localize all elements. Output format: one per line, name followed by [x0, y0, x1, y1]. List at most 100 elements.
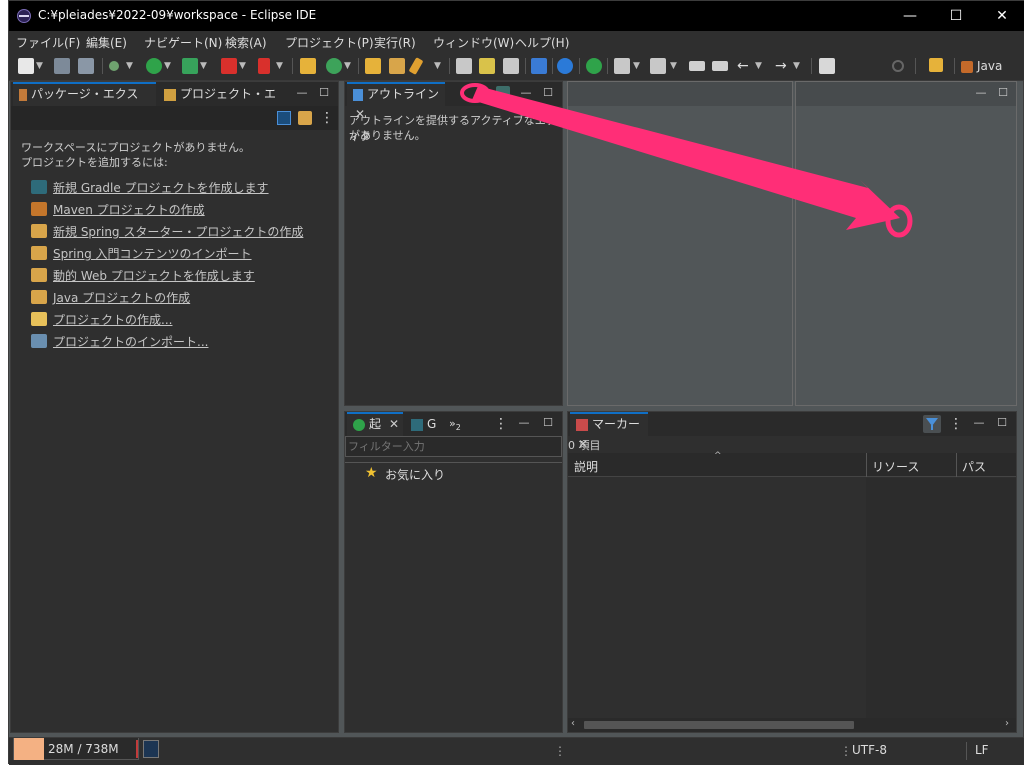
new-dropdown-icon[interactable]: ▼ [36, 60, 46, 72]
open-task-icon[interactable] [389, 58, 405, 74]
spring-boot-icon[interactable] [503, 58, 519, 74]
debug-dropdown-icon[interactable]: ▼ [126, 60, 136, 72]
maximize-view-icon[interactable]: ☐ [541, 86, 555, 100]
menu-project[interactable]: プロジェクト(P) [285, 34, 374, 51]
tab-project-explorer[interactable]: プロジェクト・エクス... [158, 82, 280, 125]
external-tools-icon[interactable] [258, 58, 270, 74]
outline-toolbar-icon[interactable] [496, 86, 510, 100]
favorites-item[interactable]: お気に入り [385, 466, 445, 483]
maximize-view-icon[interactable]: ☐ [317, 86, 331, 100]
pin-editor-icon[interactable] [819, 58, 835, 74]
link-with-editor-icon[interactable] [298, 111, 312, 125]
previous-annotation-dropdown-icon[interactable]: ▼ [670, 60, 680, 72]
filter-icon[interactable] [923, 415, 941, 433]
console-icon[interactable] [531, 58, 547, 74]
stop-dropdown-icon[interactable]: ▼ [239, 60, 249, 72]
open-resource-icon[interactable] [456, 58, 472, 74]
previous-annotation-icon[interactable] [650, 58, 666, 74]
new-class-icon[interactable] [326, 58, 342, 74]
garbage-collect-icon[interactable] [143, 740, 159, 758]
back-arrow-icon[interactable]: ← [737, 59, 751, 73]
view-menu-icon[interactable]: ⋮ [320, 110, 334, 126]
close-tab-icon[interactable]: ✕ [389, 414, 399, 434]
new-class-dropdown-icon[interactable]: ▼ [344, 60, 354, 72]
column-resource[interactable]: リソース [872, 458, 919, 475]
open-perspective-icon[interactable] [929, 58, 943, 72]
view-menu-icon[interactable]: ⋮ [494, 416, 508, 432]
power-icon[interactable] [586, 58, 602, 74]
settings-gear-icon[interactable] [557, 58, 573, 74]
menu-help[interactable]: ヘルプ(H) [515, 34, 569, 51]
forward-edit-icon[interactable] [712, 61, 728, 71]
menu-run[interactable]: 実行(R) [374, 34, 416, 51]
last-edit-icon[interactable] [689, 61, 705, 71]
debug-skip-icon[interactable] [109, 61, 119, 71]
debug-run-dropdown-icon[interactable]: ▼ [200, 60, 210, 72]
minimize-view-icon[interactable]: — [295, 86, 309, 100]
open-type-icon[interactable] [365, 58, 381, 74]
link-create-project[interactable]: プロジェクトの作成... [53, 311, 172, 328]
menu-navigate[interactable]: ナビゲート(N) [144, 34, 222, 51]
menu-edit[interactable]: 編集(E) [86, 34, 127, 51]
scrollbar-thumb[interactable] [584, 721, 854, 729]
link-import-project[interactable]: プロジェクトのインポート... [53, 333, 208, 350]
heap-status[interactable]: 28M / 738M [13, 738, 139, 760]
save-icon[interactable] [54, 58, 70, 74]
horizontal-scrollbar[interactable]: ‹ › [568, 718, 1016, 732]
outline-tabbar: アウトライン✕ — ☐ [345, 82, 562, 121]
tab-markers[interactable]: マーカー✕ [570, 412, 648, 451]
forward-arrow-icon[interactable]: → [775, 59, 789, 73]
link-java-project[interactable]: Java プロジェクトの作成 [53, 289, 190, 306]
save-all-icon[interactable] [78, 58, 94, 74]
next-annotation-icon[interactable] [614, 58, 630, 74]
new-java-project-icon[interactable] [300, 58, 316, 74]
stop-icon[interactable] [221, 58, 237, 74]
pencil-icon[interactable] [408, 57, 424, 75]
run-dropdown-icon[interactable]: ▼ [164, 60, 174, 72]
new-icon[interactable] [18, 58, 34, 74]
forward-dropdown-icon[interactable]: ▼ [793, 60, 803, 72]
menu-search[interactable]: 検索(A) [225, 34, 267, 51]
minimize-view-icon[interactable]: — [972, 416, 986, 430]
close-window-button[interactable]: ✕ [979, 1, 1024, 31]
column-path[interactable]: パス [962, 458, 986, 475]
back-dropdown-icon[interactable]: ▼ [755, 60, 765, 72]
debug-icon[interactable] [182, 58, 198, 74]
scroll-left-icon[interactable]: ‹ [571, 718, 575, 729]
maximize-view-icon[interactable]: ☐ [541, 416, 555, 430]
line-delimiter-status[interactable]: LF [975, 743, 989, 757]
maximize-button[interactable]: ☐ [933, 1, 979, 31]
run-icon[interactable] [146, 58, 162, 74]
tab-gradle[interactable]: G [407, 412, 443, 436]
tab-launch[interactable]: 起 ✕ [347, 412, 403, 436]
pencil-dropdown-icon[interactable]: ▼ [434, 60, 444, 72]
link-spring-starter-project[interactable]: 新規 Spring スターター・プロジェクトの作成 [53, 223, 303, 240]
maximize-view-icon[interactable]: ☐ [995, 416, 1009, 430]
markers-tabbar: マーカー✕ ⋮ — ☐ [568, 412, 1016, 451]
tab-overflow[interactable]: »2 [449, 412, 469, 436]
link-maven-project[interactable]: Maven プロジェクトの作成 [53, 201, 205, 218]
view-menu-icon[interactable]: ⋮ [949, 416, 963, 432]
menu-file[interactable]: ファイル(F) [16, 34, 80, 51]
search-icon[interactable] [892, 60, 904, 72]
scroll-right-icon[interactable]: › [1005, 718, 1009, 729]
tab-outline[interactable]: アウトライン✕ [347, 82, 445, 121]
perspective-java[interactable]: Java [961, 59, 1002, 73]
link-new-gradle-project[interactable]: 新規 Gradle プロジェクトを作成します [53, 179, 269, 196]
filter-input[interactable] [345, 436, 562, 457]
link-dynamic-web-project[interactable]: 動的 Web プロジェクトを作成します [53, 267, 255, 284]
next-annotation-dropdown-icon[interactable]: ▼ [633, 60, 643, 72]
minimize-view-icon[interactable]: — [517, 416, 531, 430]
tab-package-explorer[interactable]: パッケージ・エクスプ...✕ [13, 82, 156, 121]
encoding-status[interactable]: UTF-8 [852, 743, 887, 757]
column-description[interactable]: 説明 [574, 458, 598, 475]
collapse-all-icon[interactable] [277, 111, 291, 125]
minimize-view-icon[interactable]: — [519, 86, 533, 100]
minimize-editor-icon[interactable]: — [974, 86, 988, 100]
menu-window[interactable]: ウィンドウ(W) [433, 34, 514, 51]
external-tools-dropdown-icon[interactable]: ▼ [276, 60, 286, 72]
search-file-icon[interactable] [479, 58, 495, 74]
link-spring-import[interactable]: Spring 入門コンテンツのインポート [53, 245, 252, 262]
minimize-button[interactable]: — [887, 1, 933, 31]
maximize-editor-icon[interactable]: ☐ [996, 86, 1010, 100]
